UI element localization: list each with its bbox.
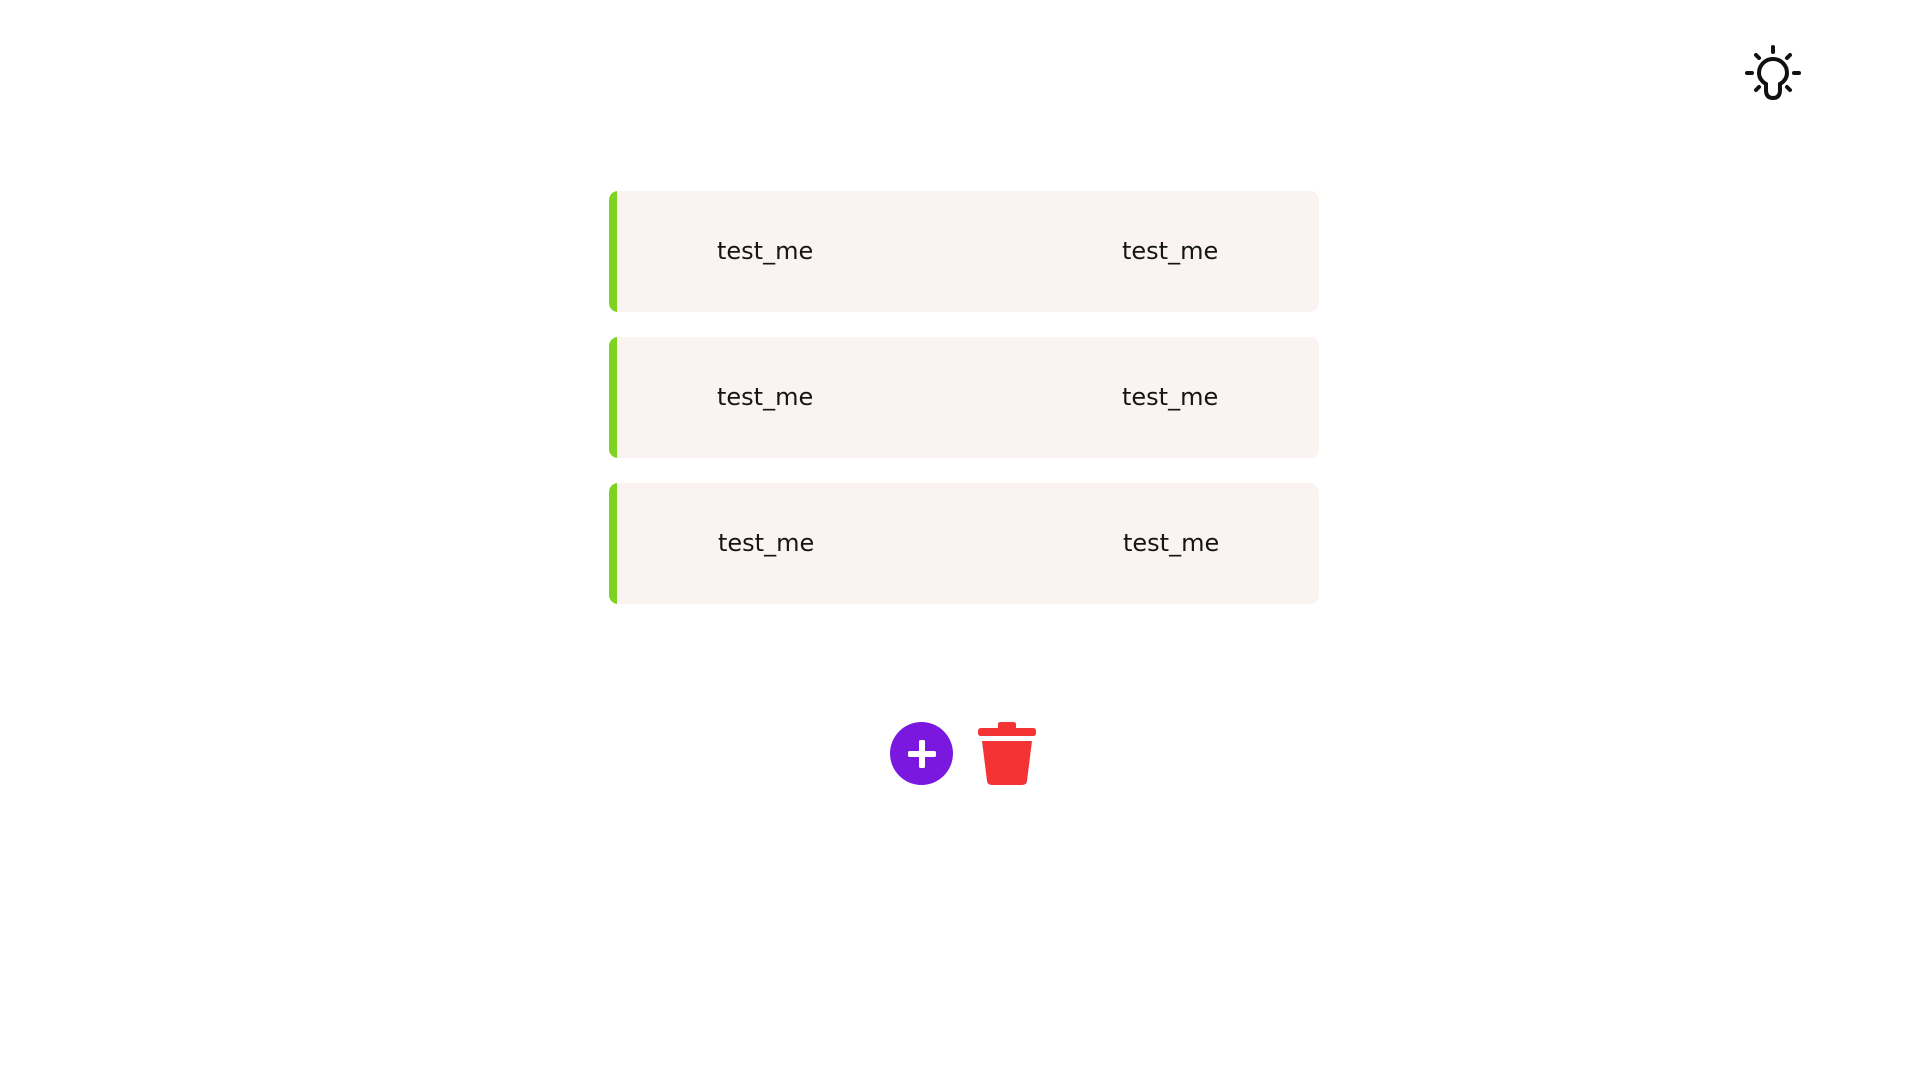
accent-bar — [609, 483, 617, 604]
page: test_me test_me test_me test_me test_me … — [0, 0, 1920, 1080]
accent-bar — [609, 191, 617, 312]
list-item[interactable]: test_me test_me — [609, 337, 1319, 458]
item-left-text: test_me — [717, 383, 814, 411]
delete-button[interactable] — [978, 722, 1036, 785]
add-button[interactable] — [890, 722, 953, 785]
item-right-text: test_me — [1123, 529, 1220, 557]
lightbulb-icon — [1745, 45, 1801, 101]
action-bar — [890, 722, 1036, 785]
item-left-text: test_me — [717, 237, 814, 265]
item-left-text: test_me — [718, 529, 815, 557]
trash-icon — [978, 722, 1036, 785]
list-item[interactable]: test_me test_me — [609, 483, 1319, 604]
plus-icon — [907, 739, 936, 768]
theme-toggle-button[interactable] — [1744, 44, 1802, 102]
item-right-text: test_me — [1122, 237, 1219, 265]
item-right-text: test_me — [1122, 383, 1219, 411]
list-item[interactable]: test_me test_me — [609, 191, 1319, 312]
accent-bar — [609, 337, 617, 458]
item-list: test_me test_me test_me test_me test_me … — [609, 191, 1319, 629]
